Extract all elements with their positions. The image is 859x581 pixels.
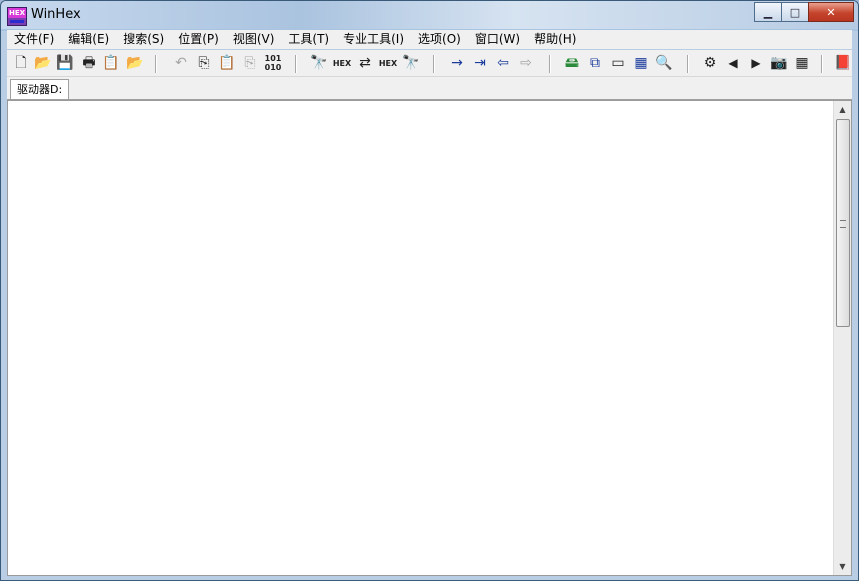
grip-icon: [840, 220, 846, 228]
vertical-scrollbar[interactable]: ▲ ▼: [833, 101, 851, 575]
tab-strip: 驱动器D:: [7, 77, 852, 100]
goto-sector-icon[interactable]: ⇥: [470, 53, 490, 73]
undo-icon[interactable]: ↶: [171, 53, 191, 73]
ram-icon[interactable]: ▭: [608, 53, 628, 73]
close-button[interactable]: ✕: [808, 2, 854, 22]
binoculars-blue-icon[interactable]: 🔭: [401, 53, 421, 73]
triangle-left-icon[interactable]: ◀: [723, 53, 743, 73]
tab-drive-d[interactable]: 驱动器D:: [10, 79, 70, 99]
app-icon-label: HEX: [8, 8, 26, 18]
find-hex-icon[interactable]: HEX: [332, 53, 352, 73]
scroll-up-icon[interactable]: ▲: [834, 101, 851, 118]
forward-arrow-icon[interactable]: ⇨: [516, 53, 536, 73]
app-icon-bar: [10, 20, 24, 23]
menu-view[interactable]: 视图(V): [226, 30, 282, 49]
print-icon[interactable]: 🖶: [79, 53, 99, 73]
toolbar-separator: [687, 55, 689, 73]
toolbar-separator: [155, 55, 157, 73]
toolbar-separator: [433, 55, 435, 73]
open-folder-icon[interactable]: 📂: [33, 53, 53, 73]
triangle-right-icon[interactable]: ▶: [746, 53, 766, 73]
grid-icon[interactable]: ▦: [792, 53, 812, 73]
save-icon[interactable]: 💾: [55, 53, 75, 73]
menu-options[interactable]: 选项(O): [411, 30, 468, 49]
menu-search[interactable]: 搜索(S): [116, 30, 171, 49]
access-icon[interactable]: ⚙: [700, 53, 720, 73]
paste-into-icon[interactable]: ⎘: [240, 53, 260, 73]
menu-position[interactable]: 位置(P): [171, 30, 226, 49]
magnifier-icon[interactable]: 🔍: [654, 53, 674, 73]
disk-icon[interactable]: 🖴: [562, 53, 582, 73]
scrollbar-thumb[interactable]: [836, 119, 850, 327]
maximize-button[interactable]: □: [781, 2, 809, 22]
window-controls: ▁ □ ✕: [754, 2, 854, 22]
toolbar: 🗋 📂 💾 🖶 📋 📂 ↶ ⎘ 📋 ⎘ 101 010 🔭 HEX ⇄ HEX …: [7, 50, 852, 77]
back-arrow-icon[interactable]: ⇦: [493, 53, 513, 73]
menu-specialist-tools[interactable]: 专业工具(I): [336, 30, 411, 49]
properties-icon[interactable]: 📋: [101, 53, 121, 73]
goto-arrow-icon[interactable]: →: [447, 53, 467, 73]
menu-tools[interactable]: 工具(T): [281, 30, 336, 49]
menu-window[interactable]: 窗口(W): [468, 30, 527, 49]
toolbar-separator: [549, 55, 551, 73]
clone-icon[interactable]: ⧉: [585, 53, 605, 73]
toolbar-separator: [295, 55, 297, 73]
document-area[interactable]: ▲ ▼: [7, 100, 852, 576]
camera-icon[interactable]: 📷: [769, 53, 789, 73]
menu-edit[interactable]: 编辑(E): [61, 30, 116, 49]
minimize-button[interactable]: ▁: [754, 2, 782, 22]
copy-icon[interactable]: ⎘: [194, 53, 214, 73]
replace-icon[interactable]: ⇄: [355, 53, 375, 73]
toolbar-separator: [821, 55, 823, 73]
menu-bar: 文件(F) 编辑(E) 搜索(S) 位置(P) 视图(V) 工具(T) 专业工具…: [7, 30, 852, 49]
replace-hex-icon[interactable]: HEX: [378, 53, 398, 73]
title-bar[interactable]: HEX WinHex ▁ □ ✕: [1, 1, 858, 29]
calculator-icon[interactable]: ▦: [631, 53, 651, 73]
paste-icon[interactable]: 📋: [217, 53, 237, 73]
winhex-app-icon[interactable]: HEX: [7, 7, 27, 26]
winhex-window: HEX WinHex ▁ □ ✕ 文件(F) 编辑(E) 搜索(S) 位置(P)…: [0, 0, 859, 581]
binoculars-icon[interactable]: 🔭: [309, 53, 329, 73]
binary-icon[interactable]: 101 010: [263, 53, 283, 73]
scroll-down-icon[interactable]: ▼: [834, 558, 851, 575]
new-file-icon[interactable]: 🗋: [11, 53, 31, 73]
window-title: WinHex: [31, 7, 81, 22]
menu-help[interactable]: 帮助(H): [527, 30, 583, 49]
book-icon[interactable]: 📕: [833, 53, 853, 73]
menu-file[interactable]: 文件(F): [7, 30, 61, 49]
open-folder-2-icon[interactable]: 📂: [125, 53, 145, 73]
